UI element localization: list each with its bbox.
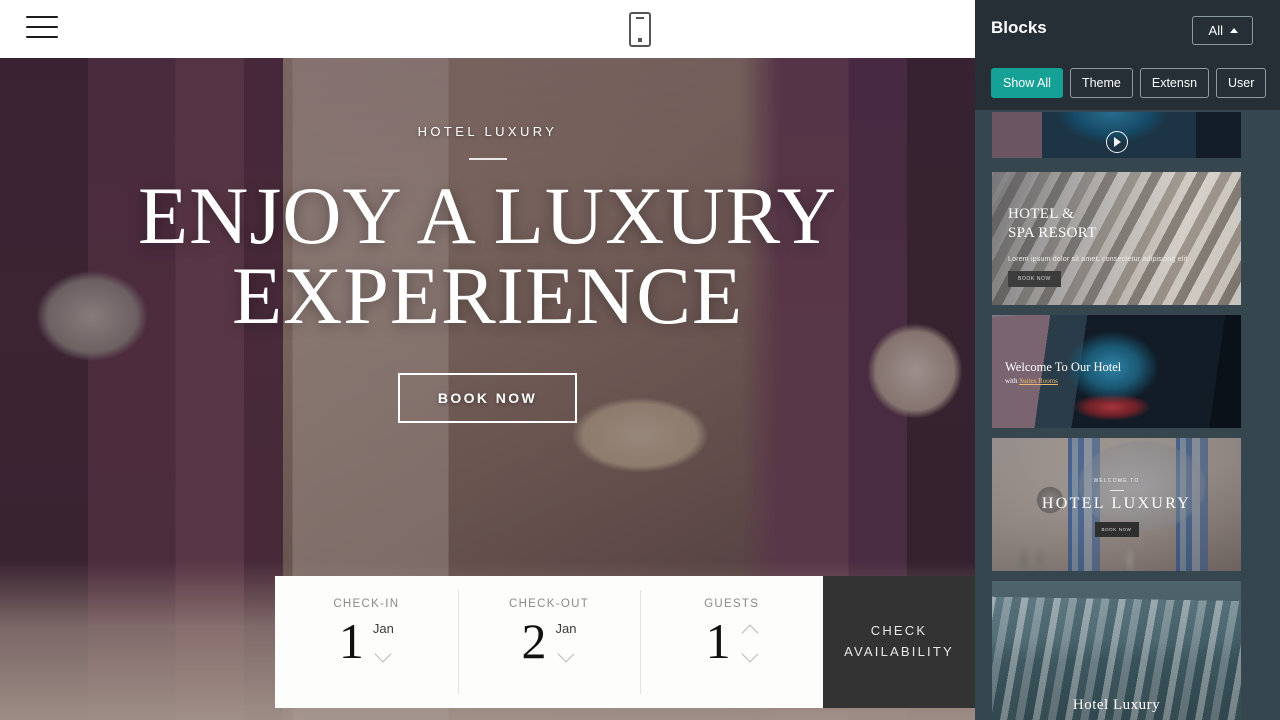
check-out-month: Jan [555, 621, 577, 636]
block-subheading-prefix: with [1005, 377, 1020, 385]
block-heading: Hotel Luxury [1072, 697, 1161, 713]
hero-section: HOTEL LUXURY ENJOY A LUXURY EXPERIENCE B… [0, 58, 975, 720]
block-thumbnail-video[interactable] [992, 112, 1241, 158]
block-thumbnail-hotel-spa-resort[interactable]: HOTEL & SPA RESORT Lorem ipsum dolor sit… [992, 172, 1241, 305]
blocks-list: HOTEL & SPA RESORT Lorem ipsum dolor sit… [975, 110, 1256, 720]
blocks-panel-header: Blocks All Show All Theme Extensn User [975, 0, 1280, 110]
check-in-side: Jan [373, 616, 394, 657]
block-subheading: with Suites Rooms [1005, 377, 1058, 385]
chevron-up-icon[interactable] [742, 627, 758, 636]
check-in-month: Jan [372, 621, 394, 636]
block-eyebrow: WELCOME TO [1093, 478, 1140, 484]
block-thumbnail-mountains[interactable]: Hotel Luxury [992, 581, 1241, 720]
check-availability-button[interactable]: CHECK AVAILABILITY [823, 576, 975, 708]
guests-field[interactable]: GUESTS 1 [640, 576, 823, 708]
book-now-button[interactable]: BOOK NOW [397, 372, 578, 423]
check-in-field[interactable]: CHECK-IN 1 Jan [275, 576, 458, 708]
check-out-day: 2 [521, 613, 547, 669]
check-out-field[interactable]: CHECK-OUT 2 Jan [457, 576, 641, 708]
filter-user-button[interactable]: User [1216, 68, 1267, 98]
check-in-day: 1 [338, 613, 364, 669]
filter-theme-button[interactable]: Theme [1069, 68, 1133, 98]
all-dropdown-button[interactable]: All [1191, 16, 1253, 45]
chevron-down-icon[interactable] [742, 648, 758, 657]
chevron-down-icon[interactable] [558, 648, 574, 657]
block-subheading-link: Suites Rooms [1019, 377, 1058, 385]
app-root: HOTEL LUXURY ENJOY A LUXURY EXPERIENCE B… [0, 0, 1280, 720]
check-in-value-row: 1 Jan [339, 616, 394, 666]
quantity-stepper[interactable] [742, 616, 758, 657]
guests-count: 1 [705, 613, 731, 669]
block-divider [1109, 490, 1124, 491]
filter-show-all-button[interactable]: Show All [991, 68, 1063, 98]
block-button: BOOK NOW [1008, 271, 1061, 287]
blocks-panel-title: Blocks [991, 18, 1047, 37]
check-out-value-row: 2 Jan [522, 616, 577, 666]
all-dropdown-label: All [1208, 23, 1223, 38]
booking-bar: CHECK-IN 1 Jan CHECK-OUT 2 Jan GUESTS 1 [275, 576, 823, 708]
chevron-down-icon[interactable] [375, 648, 391, 657]
website-preview: HOTEL LUXURY ENJOY A LUXURY EXPERIENCE B… [0, 0, 975, 720]
block-thumbnail-hotel-luxury[interactable]: WELCOME TO HOTEL LUXURY BOOK NOW [992, 438, 1241, 571]
block-heading: HOTEL LUXURY [1041, 495, 1192, 512]
check-out-side: Jan [556, 616, 577, 657]
block-heading: HOTEL & SPA RESORT [1008, 206, 1097, 242]
block-heading: Welcome To Our Hotel [1005, 360, 1122, 374]
block-thumbnail-welcome-hotel[interactable]: Welcome To Our Hotel with Suites Rooms [992, 315, 1241, 428]
check-out-label: CHECK-OUT [508, 598, 590, 610]
mobile-preview-icon[interactable] [629, 12, 651, 47]
play-icon [1105, 131, 1128, 153]
blocks-panel: Blocks All Show All Theme Extensn User H… [975, 0, 1280, 720]
block-paragraph: Lorem ipsum dolor sit amet, consectetur … [1008, 256, 1188, 263]
hero-eyebrow: HOTEL LUXURY [417, 124, 558, 139]
hamburger-icon[interactable] [26, 16, 58, 42]
guests-label: GUESTS [704, 598, 760, 610]
site-topbar [0, 0, 975, 58]
caret-up-icon [1230, 28, 1238, 33]
page-title: ENJOY A LUXURY EXPERIENCE [138, 170, 837, 342]
check-in-label: CHECK-IN [333, 598, 400, 610]
hero-divider [468, 158, 507, 160]
block-button: BOOK NOW [1094, 522, 1139, 537]
guests-value-row: 1 [706, 616, 758, 666]
filter-button-group: Show All Theme Extensn User [991, 68, 1267, 98]
filter-extension-button[interactable]: Extensn [1139, 68, 1210, 98]
